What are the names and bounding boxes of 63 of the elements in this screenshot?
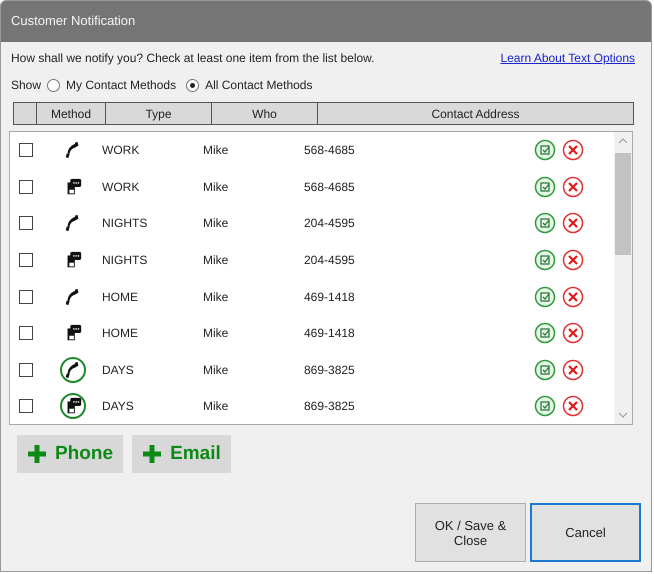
table-cell-text: WORK: [102, 143, 140, 158]
table-cell-text: 469-1418: [304, 326, 356, 340]
help-link[interactable]: Learn About Text Options: [500, 51, 635, 65]
checkbox[interactable]: [19, 253, 33, 268]
delete-icon[interactable]: [562, 395, 584, 418]
edit-icon[interactable]: [534, 176, 556, 198]
column-header[interactable]: Method: [37, 102, 106, 125]
edit-icon[interactable]: [534, 249, 556, 272]
table-cell-text: Mike: [203, 399, 230, 414]
delete-icon[interactable]: [562, 322, 584, 344]
table-cell-text: 869-3825: [304, 362, 356, 377]
radio-option[interactable]: My Contact Methods: [47, 78, 176, 92]
checkbox[interactable]: [19, 362, 33, 377]
table-cell-text: Mike: [203, 216, 230, 230]
edit-icon[interactable]: [534, 212, 556, 234]
table-cell-text: 568-4685: [304, 143, 356, 158]
column-header: [13, 102, 37, 125]
column-header[interactable]: Contact Address: [318, 102, 634, 125]
column-header[interactable]: Type: [106, 102, 212, 125]
column-header[interactable]: Who: [212, 102, 318, 125]
table-cell-text: WORK: [102, 180, 140, 194]
instruction-text: How shall we notify you? Check at least one item from the list below.: [11, 51, 375, 65]
delete-icon[interactable]: [562, 212, 584, 234]
table-cell-text: DAYS: [102, 399, 135, 414]
table-cell-text: Mike: [203, 180, 230, 194]
table-cell-text: NIGHTS: [102, 216, 148, 230]
edit-icon[interactable]: [534, 286, 556, 308]
table-cell-text: NIGHTS: [102, 253, 148, 268]
table-cell-text: 469-1418: [304, 290, 356, 304]
window-title: Customer Notification: [1, 1, 651, 42]
checkbox[interactable]: [19, 290, 33, 304]
dialog-button[interactable]: Cancel: [530, 503, 641, 562]
plus-icon: [27, 444, 47, 464]
table-cell-text: Mike: [203, 253, 230, 268]
plus-icon: [142, 444, 162, 464]
delete-icon[interactable]: [562, 139, 584, 162]
table-cell-text: Mike: [203, 290, 230, 304]
checkbox[interactable]: [19, 216, 33, 230]
radio-option[interactable]: All Contact Methods: [186, 78, 312, 92]
table-cell-text: HOME: [102, 326, 139, 340]
checkbox[interactable]: [19, 399, 33, 414]
table-cell-text: HOME: [102, 290, 139, 304]
edit-icon[interactable]: [534, 322, 556, 344]
delete-icon[interactable]: [562, 249, 584, 272]
table-cell-text: 204-4595: [304, 216, 356, 230]
table-cell-text: Mike: [203, 143, 230, 158]
table-cell-text: DAYS: [102, 362, 135, 377]
edit-icon[interactable]: [534, 139, 556, 162]
table-cell-text: 568-4685: [304, 180, 356, 194]
checkbox[interactable]: [19, 143, 33, 158]
table-cell-text: Mike: [203, 362, 230, 377]
show-label: Show: [11, 78, 42, 92]
edit-icon[interactable]: [534, 358, 556, 381]
delete-icon[interactable]: [562, 286, 584, 308]
edit-icon[interactable]: [534, 395, 556, 418]
table-cell-text: 204-4595: [304, 253, 356, 268]
table-cell-text: 869-3825: [304, 399, 356, 414]
table-cell-text: Mike: [203, 326, 230, 340]
delete-icon[interactable]: [562, 358, 584, 381]
checkbox[interactable]: [19, 180, 33, 194]
checkbox[interactable]: [19, 326, 33, 340]
delete-icon[interactable]: [562, 176, 584, 198]
dialog-button[interactable]: OK / Save & Close: [415, 503, 526, 562]
